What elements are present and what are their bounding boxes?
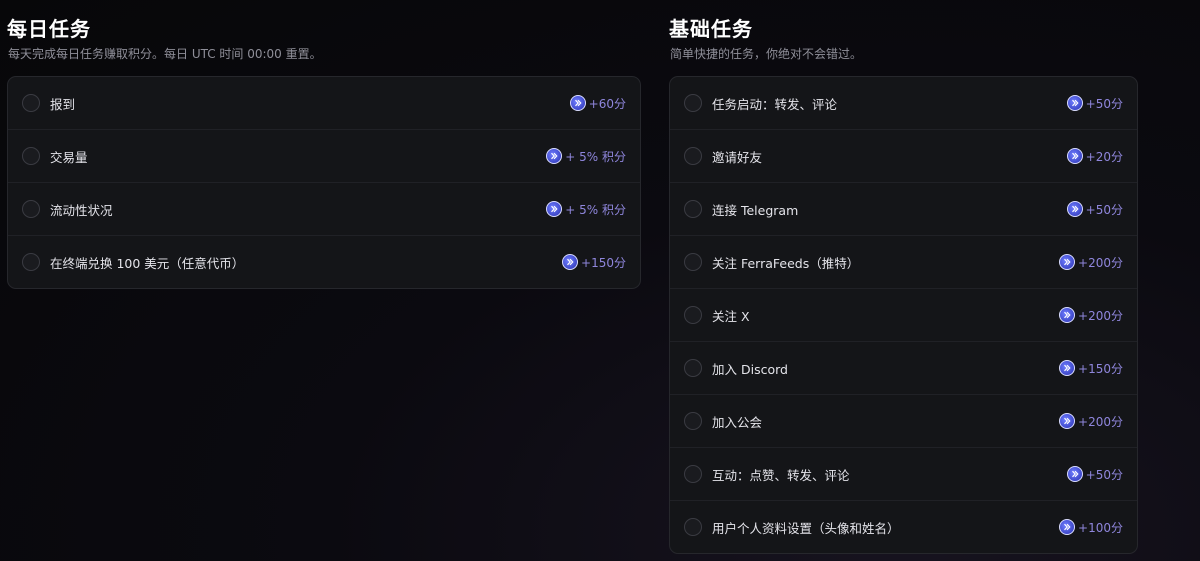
task-reward: +20分 bbox=[1066, 148, 1123, 165]
reward-points: +50分 bbox=[1085, 96, 1123, 111]
task-reward: +200分 bbox=[1059, 307, 1123, 324]
task-label: 任务启动：转发、评论 bbox=[712, 96, 838, 112]
reward-points: +100分 bbox=[1078, 520, 1123, 535]
task-reward: +60分 bbox=[569, 95, 626, 112]
task-label: 流动性状况 bbox=[50, 202, 113, 218]
task-reward: +50分 bbox=[1066, 201, 1123, 218]
reward-points: +150分 bbox=[1078, 361, 1123, 376]
task-checkbox[interactable] bbox=[684, 412, 702, 430]
task-row[interactable]: 交易量 + 5% 积分 bbox=[8, 130, 640, 183]
task-row[interactable]: 加入公会 +200分 bbox=[670, 395, 1137, 448]
task-checkbox[interactable] bbox=[684, 253, 702, 271]
task-label: 在终端兑换 100 美元（任意代币） bbox=[50, 255, 245, 271]
task-label: 加入 Discord bbox=[712, 361, 788, 377]
section-subtitle: 每天完成每日任务赚取积分。每日 UTC 时间 00:00 重置。 bbox=[8, 47, 322, 61]
task-checkbox[interactable] bbox=[22, 200, 40, 218]
task-row[interactable]: 用户个人资料设置（头像和姓名） +100分 bbox=[670, 501, 1137, 553]
task-label: 互动：点赞、转发、评论 bbox=[712, 467, 850, 483]
task-label: 用户个人资料设置（头像和姓名） bbox=[712, 520, 900, 536]
task-label: 关注 FerraFeeds（推特） bbox=[712, 255, 860, 271]
reward-points: +60分 bbox=[588, 96, 626, 111]
task-row[interactable]: 报到 +60分 bbox=[8, 77, 640, 130]
task-label: 报到 bbox=[50, 96, 76, 112]
task-row[interactable]: 任务启动：转发、评论 +50分 bbox=[670, 77, 1137, 130]
coin-icon bbox=[1059, 254, 1076, 270]
task-label: 交易量 bbox=[50, 149, 88, 165]
task-checkbox[interactable] bbox=[684, 306, 702, 324]
coin-icon bbox=[1059, 519, 1076, 535]
reward-points: + 5% 积分 bbox=[565, 202, 626, 217]
basic-tasks-section: 基础任务 简单快捷的任务，你绝对不会错过。 任务启动：转发、评论 +50分 邀请… bbox=[669, 0, 1138, 554]
reward-points: +20分 bbox=[1085, 149, 1123, 164]
task-row[interactable]: 流动性状况 + 5% 积分 bbox=[8, 183, 640, 236]
task-label: 连接 Telegram bbox=[712, 202, 799, 218]
coin-icon bbox=[1066, 148, 1083, 164]
task-checkbox[interactable] bbox=[684, 200, 702, 218]
task-label: 加入公会 bbox=[712, 414, 763, 430]
task-checkbox[interactable] bbox=[684, 518, 702, 536]
task-checkbox[interactable] bbox=[22, 147, 40, 165]
task-row[interactable]: 关注 X +200分 bbox=[670, 289, 1137, 342]
reward-points: +200分 bbox=[1078, 308, 1123, 323]
task-checkbox[interactable] bbox=[684, 359, 702, 377]
coin-icon bbox=[1059, 307, 1076, 323]
reward-points: +200分 bbox=[1078, 414, 1123, 429]
coin-icon bbox=[1066, 466, 1083, 482]
task-row[interactable]: 连接 Telegram +50分 bbox=[670, 183, 1137, 236]
reward-points: +150分 bbox=[581, 255, 626, 270]
coin-icon bbox=[562, 254, 579, 270]
reward-points: +50分 bbox=[1085, 202, 1123, 217]
section-title: 每日任务 bbox=[7, 17, 91, 41]
reward-points: +200分 bbox=[1078, 255, 1123, 270]
task-reward: +50分 bbox=[1066, 95, 1123, 112]
task-checkbox[interactable] bbox=[22, 94, 40, 112]
task-row[interactable]: 互动：点赞、转发、评论 +50分 bbox=[670, 448, 1137, 501]
task-list-card: 任务启动：转发、评论 +50分 邀请好友 +20分 连接 Telegram +5… bbox=[669, 76, 1138, 554]
task-checkbox[interactable] bbox=[684, 94, 702, 112]
coin-icon bbox=[1059, 413, 1076, 429]
daily-tasks-section: 每日任务 每天完成每日任务赚取积分。每日 UTC 时间 00:00 重置。 报到… bbox=[7, 0, 641, 289]
section-title: 基础任务 bbox=[669, 17, 753, 41]
coin-icon bbox=[1066, 95, 1083, 111]
task-reward: +150分 bbox=[1059, 360, 1123, 377]
section-subtitle: 简单快捷的任务，你绝对不会错过。 bbox=[670, 47, 863, 61]
task-reward: + 5% 积分 bbox=[546, 148, 626, 165]
task-label: 关注 X bbox=[712, 308, 750, 324]
task-row[interactable]: 在终端兑换 100 美元（任意代币） +150分 bbox=[8, 236, 640, 288]
coin-icon bbox=[1059, 360, 1076, 376]
task-reward: +100分 bbox=[1059, 519, 1123, 536]
task-label: 邀请好友 bbox=[712, 149, 763, 165]
task-checkbox[interactable] bbox=[22, 253, 40, 271]
coin-icon bbox=[1066, 201, 1083, 217]
reward-points: + 5% 积分 bbox=[565, 149, 626, 164]
task-list-card: 报到 +60分 交易量 + 5% 积分 流动性状况 + 5% 积分 在终端兑换 … bbox=[7, 76, 641, 289]
task-checkbox[interactable] bbox=[684, 465, 702, 483]
task-checkbox[interactable] bbox=[684, 147, 702, 165]
task-reward: +200分 bbox=[1059, 254, 1123, 271]
coin-icon bbox=[546, 148, 563, 164]
reward-points: +50分 bbox=[1085, 467, 1123, 482]
task-reward: +50分 bbox=[1066, 466, 1123, 483]
task-reward: +150分 bbox=[562, 254, 626, 271]
coin-icon bbox=[569, 95, 586, 111]
task-row[interactable]: 邀请好友 +20分 bbox=[670, 130, 1137, 183]
coin-icon bbox=[546, 201, 563, 217]
task-reward: + 5% 积分 bbox=[546, 201, 626, 218]
task-reward: +200分 bbox=[1059, 413, 1123, 430]
task-row[interactable]: 关注 FerraFeeds（推特） +200分 bbox=[670, 236, 1137, 289]
task-row[interactable]: 加入 Discord +150分 bbox=[670, 342, 1137, 395]
